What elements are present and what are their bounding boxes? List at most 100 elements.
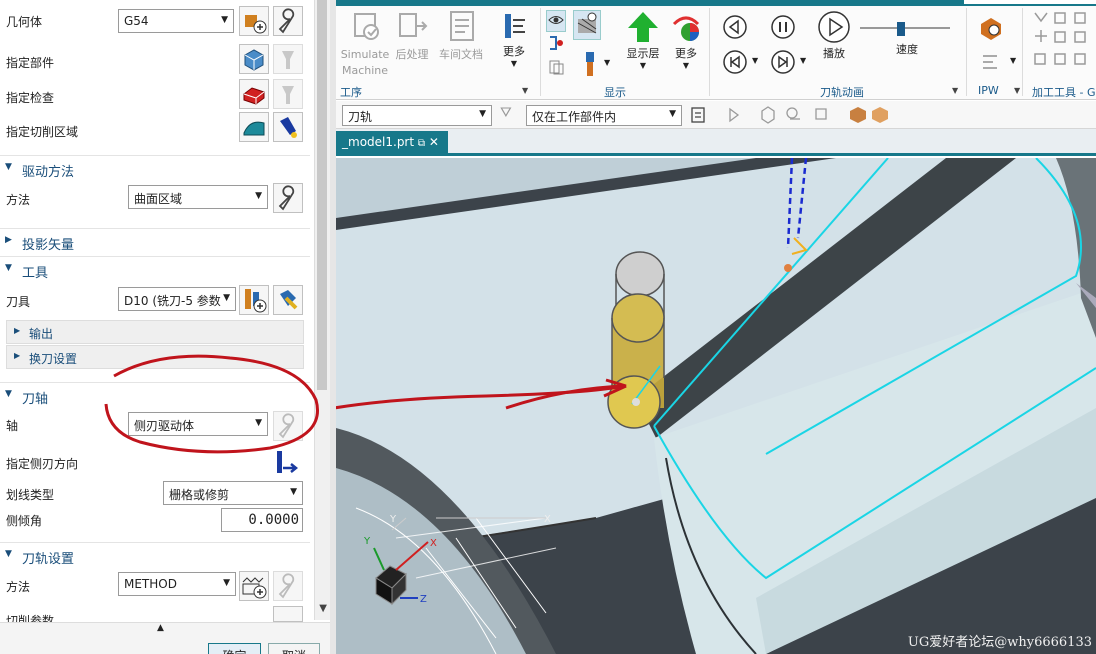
chevron-down-icon[interactable]: ▼ bbox=[1010, 56, 1016, 65]
skip-back-button[interactable] bbox=[722, 49, 748, 78]
more-display-button[interactable]: 更多 ▼ bbox=[668, 10, 704, 70]
edit-method-button[interactable] bbox=[273, 571, 303, 601]
cut-params-label: 切削参数 bbox=[6, 614, 55, 622]
selection-tools-icons[interactable] bbox=[690, 105, 890, 125]
section-tool-axis[interactable]: ▼ 刀轴 bbox=[0, 382, 310, 408]
drive-method-select[interactable]: 曲面区域 ▼ bbox=[128, 185, 268, 209]
section-tool[interactable]: ▼ 工具 bbox=[0, 256, 310, 282]
start-point-marker bbox=[784, 264, 792, 272]
type-filter-value: 刀轨 bbox=[348, 110, 373, 124]
postprocess-button[interactable]: 后处理 bbox=[392, 10, 432, 63]
svg-text:Y: Y bbox=[389, 514, 397, 525]
subsection-tool-change[interactable]: ▶ 换刀设置 bbox=[6, 345, 304, 369]
ipw-analyze-button[interactable] bbox=[976, 50, 1006, 77]
display-toggle-2[interactable] bbox=[573, 10, 601, 40]
more-operations-button[interactable]: 更多 ▼ bbox=[494, 10, 534, 68]
chevron-down-icon: ▼ bbox=[479, 109, 486, 119]
display-layer-label: 显示层 bbox=[626, 47, 660, 60]
panel-scrollbar[interactable]: ▼ bbox=[314, 0, 330, 620]
step-back-icon bbox=[723, 15, 747, 39]
simulate-machine-button[interactable]: Simulate Machine bbox=[340, 10, 390, 79]
group-expand-icon[interactable]: ▼ bbox=[522, 86, 528, 95]
show-part-button[interactable] bbox=[273, 44, 303, 74]
path-method-label: 方法 bbox=[6, 580, 31, 594]
skip-forward-button[interactable] bbox=[770, 49, 796, 78]
search-strip bbox=[964, 0, 1096, 4]
geometry-value: G54 bbox=[124, 14, 149, 28]
path-method-select[interactable]: METHOD ▼ bbox=[118, 572, 236, 596]
new-tool-button[interactable] bbox=[239, 285, 269, 315]
section-path-settings[interactable]: ▼ 刀轨设置 bbox=[0, 542, 310, 568]
tool-select[interactable]: D10 (铣刀-5 参数 ▼ bbox=[118, 287, 236, 311]
ipw-button[interactable] bbox=[976, 14, 1006, 45]
tilt-label: 侧倾角 bbox=[6, 514, 43, 528]
ok-button[interactable]: 确定 bbox=[208, 643, 261, 654]
display-layer-button[interactable]: 显示层 ▼ bbox=[622, 10, 664, 70]
expand-triangle-icon: ▶ bbox=[14, 351, 21, 360]
geometry-label: 几何体 bbox=[6, 15, 43, 29]
simulate-machine-label: Simulate Machine bbox=[340, 48, 390, 77]
document-tab[interactable]: _model1.prt ⧉ ✕ bbox=[336, 131, 448, 156]
new-method-button[interactable] bbox=[239, 571, 269, 601]
section-title: 工具 bbox=[22, 266, 49, 281]
line-type-select[interactable]: 栅格或修剪 ▼ bbox=[163, 481, 303, 505]
pause-button[interactable] bbox=[770, 14, 796, 43]
edit-drive-button[interactable] bbox=[273, 183, 303, 213]
group-expand-icon[interactable]: ▼ bbox=[1014, 86, 1020, 95]
select-check-button[interactable] bbox=[239, 79, 269, 109]
shop-doc-button[interactable]: 车间文档 bbox=[436, 10, 486, 63]
chevron-down-icon[interactable]: ▼ bbox=[800, 56, 806, 65]
operation-dialog: 几何体 G54 ▼ 指定部件 指定检查 指定切削区域 ▼ 驱动方法 方法 曲面区域 ▼… bbox=[0, 0, 330, 654]
scroll-thumb[interactable] bbox=[317, 0, 327, 390]
ipw-display-icon bbox=[577, 12, 597, 34]
select-cut-area-button[interactable] bbox=[239, 112, 269, 142]
collapse-triangle-icon: ▼ bbox=[5, 549, 12, 559]
tab-pin-icon[interactable]: ⧉ bbox=[418, 138, 425, 149]
type-filter-select[interactable]: 刀轨 ▼ bbox=[342, 105, 492, 126]
play-button[interactable]: 播放 bbox=[816, 10, 852, 61]
edit-geometry-button[interactable] bbox=[273, 6, 303, 36]
specify-side-direction-button[interactable] bbox=[273, 448, 303, 478]
ribbon-divider bbox=[540, 8, 541, 96]
geometry-select[interactable]: G54 ▼ bbox=[118, 9, 234, 33]
display-tool-button[interactable]: ▼ bbox=[576, 50, 610, 81]
display-toggle-4[interactable] bbox=[546, 58, 566, 78]
select-part-button[interactable] bbox=[239, 44, 269, 74]
speed-slider[interactable] bbox=[860, 22, 950, 36]
step-back-button[interactable] bbox=[722, 14, 748, 43]
display-toggle-3[interactable] bbox=[546, 34, 566, 54]
specify-check-label: 指定检查 bbox=[6, 91, 55, 105]
scroll-down-icon[interactable]: ▼ bbox=[319, 603, 327, 614]
more-label: 更多 bbox=[503, 45, 525, 58]
new-geometry-button[interactable] bbox=[239, 6, 269, 36]
cut-area-icon bbox=[243, 121, 265, 136]
tilt-input[interactable]: 0.0000 bbox=[221, 508, 303, 532]
section-projection-vector[interactable]: ▶ 投影矢量 bbox=[0, 228, 310, 254]
section-drive-method[interactable]: ▼ 驱动方法 bbox=[0, 155, 310, 181]
specify-cut-area-label: 指定切削区域 bbox=[6, 125, 79, 139]
subsection-output[interactable]: ▶ 输出 bbox=[6, 320, 304, 344]
collapse-up-icon[interactable]: ▲ bbox=[157, 623, 164, 633]
group-expand-icon[interactable]: ▼ bbox=[952, 86, 958, 95]
wrench-disabled-icon bbox=[278, 573, 295, 599]
chevron-down-icon[interactable]: ▼ bbox=[752, 56, 758, 65]
cancel-button[interactable]: 取消 bbox=[268, 643, 320, 654]
tool-row: 刀具 D10 (铣刀-5 参数 ▼ bbox=[0, 284, 310, 318]
graphics-viewport[interactable]: Y X Z Y X UG爱好者论坛@why6666133 bbox=[336, 158, 1096, 654]
cut-params-button[interactable] bbox=[273, 606, 303, 622]
show-cut-area-button[interactable] bbox=[273, 112, 303, 142]
edit-tool-button[interactable] bbox=[273, 285, 303, 315]
close-icon[interactable]: ✕ bbox=[429, 135, 439, 149]
display-toggle-1[interactable] bbox=[546, 10, 566, 32]
slider-thumb[interactable] bbox=[896, 22, 905, 36]
more-label: 更多 bbox=[675, 47, 697, 60]
axis-select[interactable]: 侧刃驱动体 ▼ bbox=[128, 412, 268, 436]
geometry-new-icon bbox=[245, 15, 267, 34]
tool-display-icon bbox=[586, 52, 594, 76]
edit-axis-button[interactable] bbox=[273, 411, 303, 441]
filter-icon[interactable]: ⛛ bbox=[500, 105, 512, 121]
section-title: 投影矢量 bbox=[22, 238, 75, 253]
show-check-button[interactable] bbox=[273, 79, 303, 109]
new-tool-icon bbox=[245, 289, 267, 313]
scope-select[interactable]: 仅在工作部件内 ▼ bbox=[526, 105, 682, 126]
